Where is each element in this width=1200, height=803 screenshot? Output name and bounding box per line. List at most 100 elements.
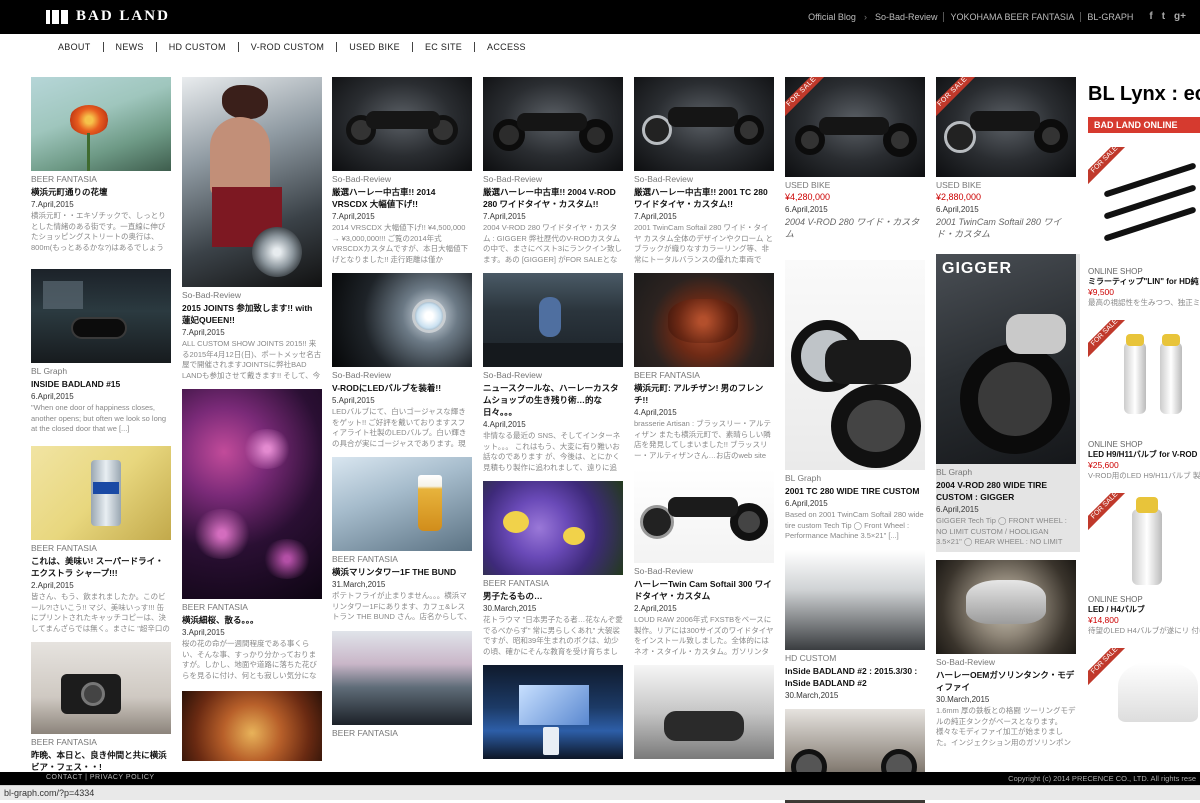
post-category[interactable]: BEER FANTASIA [31, 543, 171, 554]
post-category[interactable]: BL Graph [785, 473, 925, 484]
post-subtitle[interactable]: 2004 V-ROD 280 ワイド・カスタム [785, 216, 925, 240]
post-category[interactable]: USED BIKE [785, 180, 925, 191]
post-card[interactable]: So-Bad-Review ハーレーOEMガソリンタンク・モディファイ 30.M… [936, 560, 1076, 748]
post-title[interactable]: ハーレーTwin Cam Softail 300 ワイドタイヤ・カスタム [634, 578, 774, 602]
post-card[interactable] [182, 691, 322, 761]
post-card[interactable] [483, 665, 623, 759]
shop-item-category[interactable]: ONLINE SHOP [1088, 440, 1200, 449]
post-thumbnail[interactable] [31, 269, 171, 363]
nav-v-rod-custom[interactable]: V-ROD CUSTOM [237, 42, 336, 52]
post-thumbnail[interactable] [332, 631, 472, 725]
post-card[interactable]: So-Bad-Review 厳選ハーレー中古車!! 2001 TC 280 ワイ… [634, 77, 774, 265]
nav-hd-custom[interactable]: HD CUSTOM [155, 42, 238, 52]
post-category[interactable]: BEER FANTASIA [332, 554, 472, 565]
footer-links[interactable]: CONTACT | PRIVACY POLICY [46, 774, 155, 781]
post-category[interactable]: BEER FANTASIA [31, 737, 171, 748]
shop-item[interactable]: FOR SALE ONLINE SHOP LED H9/H11バルブ for V… [1088, 320, 1200, 481]
post-category[interactable]: BEER FANTASIA [483, 578, 623, 589]
top-link-official-blog[interactable]: Official Blog [802, 12, 862, 22]
site-logo[interactable]: BAD LAND [46, 8, 170, 25]
post-title[interactable]: 2004 V-ROD 280 WIDE TIRE CUSTOM : GIGGER [936, 479, 1076, 503]
facebook-icon[interactable]: f [1149, 11, 1152, 22]
nav-ec-site[interactable]: EC SITE [411, 42, 474, 52]
post-card[interactable]: BL Graph INSIDE BADLAND #15 6.April,2015… [31, 269, 171, 435]
post-category[interactable]: So-Bad-Review [332, 370, 472, 381]
post-card[interactable]: HD CUSTOM InSide BADLAND #2 : 2015.3/30 … [785, 550, 925, 701]
post-card[interactable]: BEER FANTASIA これは、美味い! スーパードライ・エクストラ シャー… [31, 446, 171, 634]
post-thumbnail[interactable] [182, 389, 322, 599]
post-title[interactable]: 厳選ハーレー中古車!! 2004 V-ROD 280 ワイドタイヤ・カスタム!! [483, 186, 623, 210]
post-thumbnail[interactable]: GIGGER [936, 254, 1076, 464]
post-card[interactable]: FOR SALE USED BIKE ¥4,280,000 6.April,20… [785, 77, 925, 240]
post-card[interactable]: BEER FANTASIA 昨晩、本日と、良き仲間と共に横浜ビア・フェス・・! [31, 642, 171, 773]
shop-item-thumbnail[interactable]: FOR SALE [1088, 147, 1200, 265]
post-title[interactable]: 厳選ハーレー中古車!! 2001 TC 280 ワイドタイヤ・カスタム!! [634, 186, 774, 210]
post-thumbnail[interactable] [332, 457, 472, 551]
post-category[interactable]: BEER FANTASIA [634, 370, 774, 381]
post-thumbnail[interactable] [332, 273, 472, 367]
post-title[interactable]: 横浜元町通りの花壇 [31, 186, 171, 198]
post-subtitle[interactable]: 2001 TwinCam Softail 280 ワイド・カスタム [936, 216, 1076, 240]
shop-item-thumbnail[interactable]: FOR SALE [1088, 493, 1200, 593]
shop-item-name[interactable]: LED / H4バルブ [1088, 604, 1200, 615]
post-thumbnail[interactable] [936, 560, 1076, 654]
post-title[interactable]: これは、美味い! スーパードライ・エクストラ シャープ!!! [31, 555, 171, 579]
shop-item-thumbnail[interactable]: FOR SALE [1088, 648, 1200, 728]
post-thumbnail[interactable]: FOR SALE [936, 77, 1076, 177]
post-category[interactable]: BL Graph [31, 366, 171, 377]
shop-item[interactable]: FOR SALE ONLINE SHOP ミラーティップ"LIN" for HD… [1088, 147, 1200, 308]
post-card[interactable]: BEER FANTASIA 横浜細桜、散る。。。 3.April,2015 桜の… [182, 389, 322, 681]
post-thumbnail[interactable] [483, 77, 623, 171]
post-title[interactable]: 横浜マリンタワー1F THE BUND [332, 566, 472, 578]
post-card[interactable]: BEER FANTASIA 横浜元町通りの花壇 7.April,2015 横浜元… [31, 77, 171, 253]
post-title[interactable]: INSIDE BADLAND #15 [31, 378, 171, 390]
post-thumbnail[interactable] [31, 77, 171, 171]
post-title[interactable]: ニュースクールな、ハーレーカスタムショップの生き残り術…的な日々。。。 [483, 382, 623, 418]
post-category[interactable]: So-Bad-Review [483, 370, 623, 381]
post-thumbnail[interactable] [182, 691, 322, 761]
nav-used-bike[interactable]: USED BIKE [336, 42, 412, 52]
post-card[interactable]: GIGGER BL Graph 2004 V-ROD 280 WIDE TIRE… [936, 254, 1080, 552]
post-card[interactable]: FOR SALE USED BIKE ¥2,880,000 6.April,20… [936, 77, 1076, 240]
post-thumbnail[interactable] [785, 260, 925, 470]
top-link-bl-graph[interactable]: BL-GRAPH [1080, 11, 1139, 22]
post-thumbnail[interactable] [483, 273, 623, 367]
post-thumbnail[interactable] [483, 481, 623, 575]
shop-item[interactable]: FOR SALE ONLINE SHOP LED / H4バルブ ¥14,800… [1088, 493, 1200, 636]
post-card[interactable]: So-Bad-Review 厳選ハーレー中古車!! 2014 VRSCDX 大幅… [332, 77, 472, 265]
twitter-icon[interactable]: t [1162, 11, 1165, 22]
post-thumbnail[interactable] [634, 665, 774, 759]
post-thumbnail[interactable]: FOR SALE [785, 77, 925, 177]
post-card[interactable]: So-Bad-Review ハーレーTwin Cam Softail 300 ワ… [634, 469, 774, 657]
shop-item-category[interactable]: ONLINE SHOP [1088, 595, 1200, 604]
nav-about[interactable]: ABOUT [46, 42, 103, 52]
post-thumbnail[interactable] [31, 446, 171, 540]
shop-item[interactable]: FOR SALE [1088, 648, 1200, 728]
post-category[interactable]: USED BIKE [936, 180, 1076, 191]
post-category[interactable]: HD CUSTOM [785, 653, 925, 664]
post-thumbnail[interactable] [785, 550, 925, 650]
post-card[interactable]: BEER FANTASIA 男子たるもの… 30.March,2015 花トラウ… [483, 481, 623, 657]
post-thumbnail[interactable] [483, 665, 623, 759]
post-card[interactable]: BEER FANTASIA 横浜元町: アルチザン! 男のフレンチ!! 4.Ap… [634, 273, 774, 461]
post-card[interactable]: BL Graph 2001 TC 280 WIDE TIRE CUSTOM 6.… [785, 260, 925, 542]
post-category[interactable]: BL Graph [936, 467, 1076, 478]
post-category[interactable]: So-Bad-Review [332, 174, 472, 185]
post-card[interactable]: BEER FANTASIA [332, 631, 472, 739]
post-category[interactable]: BEER FANTASIA [182, 602, 322, 613]
post-title[interactable]: 厳選ハーレー中古車!! 2014 VRSCDX 大幅値下げ!! [332, 186, 472, 210]
post-thumbnail[interactable] [182, 77, 322, 287]
post-thumbnail[interactable] [31, 642, 171, 734]
post-card[interactable]: So-Bad-Review 厳選ハーレー中古車!! 2004 V-ROD 280… [483, 77, 623, 265]
top-link-beer-fantasia[interactable]: YOKOHAMA BEER FANTASIA [943, 11, 1080, 22]
post-title[interactable]: 横浜元町: アルチザン! 男のフレンチ!! [634, 382, 774, 406]
shop-item-name[interactable]: ミラーティップ"LIN" for HD純 [1088, 276, 1200, 287]
post-title[interactable]: InSide BADLAND #2 : 2015.3/30 : InSide B… [785, 665, 925, 689]
post-title[interactable]: 2001 TC 280 WIDE TIRE CUSTOM [785, 485, 925, 497]
post-card[interactable]: BEER FANTASIA 横浜マリンタワー1F THE BUND 31.Mar… [332, 457, 472, 623]
post-thumbnail[interactable] [634, 469, 774, 563]
shop-item-thumbnail[interactable]: FOR SALE [1088, 320, 1200, 438]
post-card[interactable]: So-Bad-Review V-RODにLEDバルブを装着!! 5.April,… [332, 273, 472, 449]
post-card[interactable]: So-Bad-Review ニュースクールな、ハーレーカスタムショップの生き残り… [483, 273, 623, 473]
top-link-so-bad-review[interactable]: So-Bad-Review [869, 12, 944, 22]
